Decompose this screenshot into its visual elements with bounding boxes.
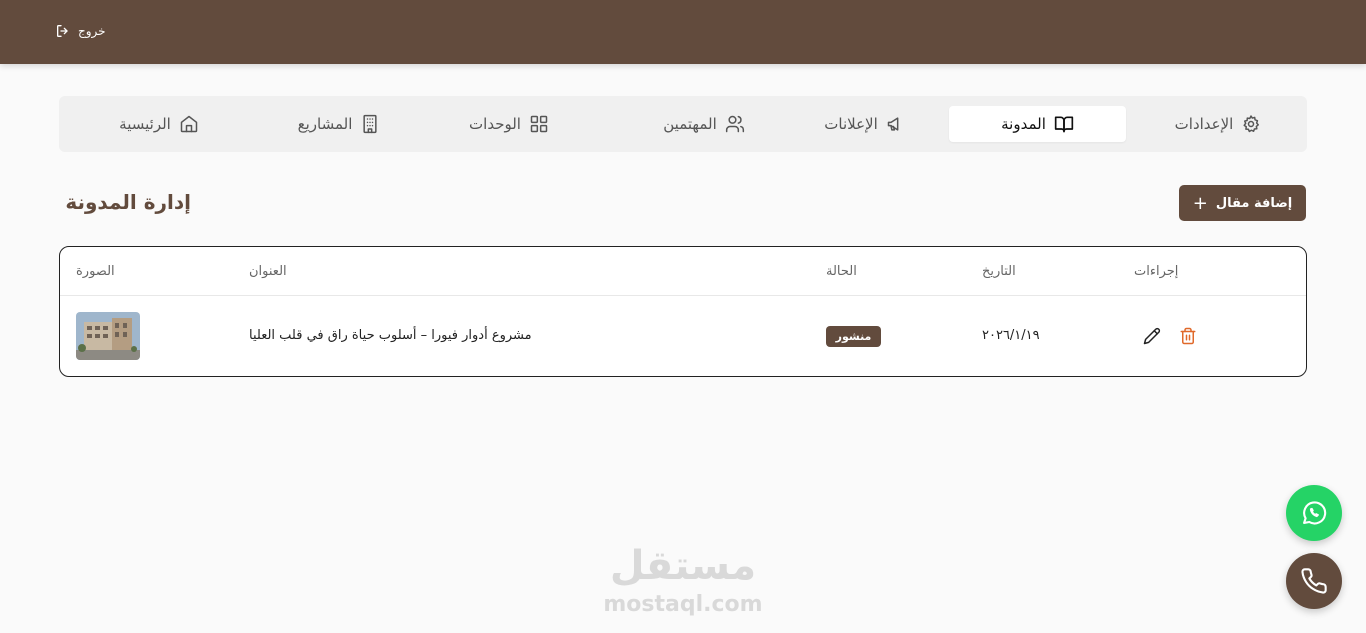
logout-label: خروج (78, 24, 106, 38)
mostaql-watermark: مستقل mostaql.com (599, 540, 767, 618)
log-out-icon (57, 25, 68, 37)
whatsapp-icon (1303, 501, 1327, 525)
edit-button[interactable] (1143, 327, 1161, 345)
settings-icon (1243, 115, 1260, 133)
users-icon (725, 115, 744, 133)
tab-label: الرئيسية (119, 115, 171, 133)
tab-home[interactable]: الرئيسية (99, 106, 219, 142)
tab-projects[interactable]: المشاريع (274, 106, 404, 142)
tab-label: الإعلانات (824, 115, 878, 133)
grid-icon (530, 115, 548, 133)
tab-label: الوحدات (469, 115, 521, 133)
tab-settings[interactable]: الإعدادات (1138, 106, 1298, 142)
phone-button[interactable] (1286, 553, 1342, 609)
post-title[interactable]: مشروع أدوار فيورا – أسلوب حياة راق في قل… (249, 328, 532, 343)
top-bar: خروج (0, 0, 1366, 64)
delete-button[interactable] (1179, 327, 1197, 345)
watermark-arabic: مستقل (609, 543, 757, 589)
watermark-latin: mostaql.com (603, 592, 763, 617)
whatsapp-button[interactable] (1286, 485, 1342, 541)
building-icon (363, 114, 377, 134)
column-image: الصورة (76, 264, 115, 279)
tab-interested[interactable]: المهتمين (619, 106, 789, 142)
tab-blog[interactable]: المدونة (949, 106, 1126, 142)
post-date: ٢٠٢٦/١/١٩ (982, 328, 1040, 343)
table-header: الصورة العنوان الحالة التاريخ إجراءات (60, 247, 1306, 296)
nav-tabs: الإعدادات المدونة الإعلانات المهتمين الو… (59, 96, 1307, 152)
phone-icon (1301, 568, 1327, 594)
book-open-icon (1054, 116, 1074, 133)
status-badge: منشور (826, 326, 881, 347)
tab-label: المهتمين (663, 115, 717, 133)
tab-ads[interactable]: الإعلانات (790, 106, 940, 142)
tab-label: المشاريع (297, 115, 353, 133)
blog-table: الصورة العنوان الحالة التاريخ إجراءات مش… (59, 246, 1307, 377)
building-photo-image (76, 312, 140, 360)
trash-icon (1180, 327, 1196, 345)
megaphone-icon (887, 117, 899, 131)
column-title: العنوان (249, 264, 287, 279)
pencil-icon (1143, 327, 1161, 345)
column-status: الحالة (826, 264, 857, 279)
post-thumbnail (76, 312, 140, 360)
plus-icon: + (1192, 192, 1208, 214)
tab-label: المدونة (1001, 115, 1046, 133)
tab-label: الإعدادات (1174, 115, 1234, 133)
tab-units[interactable]: الوحدات (454, 106, 564, 142)
column-actions: إجراءات (1134, 264, 1179, 279)
home-icon (180, 115, 198, 133)
add-article-label: إضافة مقال (1215, 195, 1293, 211)
column-date: التاريخ (982, 264, 1016, 279)
add-article-button[interactable]: إضافة مقال + (1179, 185, 1306, 221)
logout-button[interactable]: خروج (55, 23, 106, 39)
page-title: إدارة المدونة (65, 190, 191, 214)
